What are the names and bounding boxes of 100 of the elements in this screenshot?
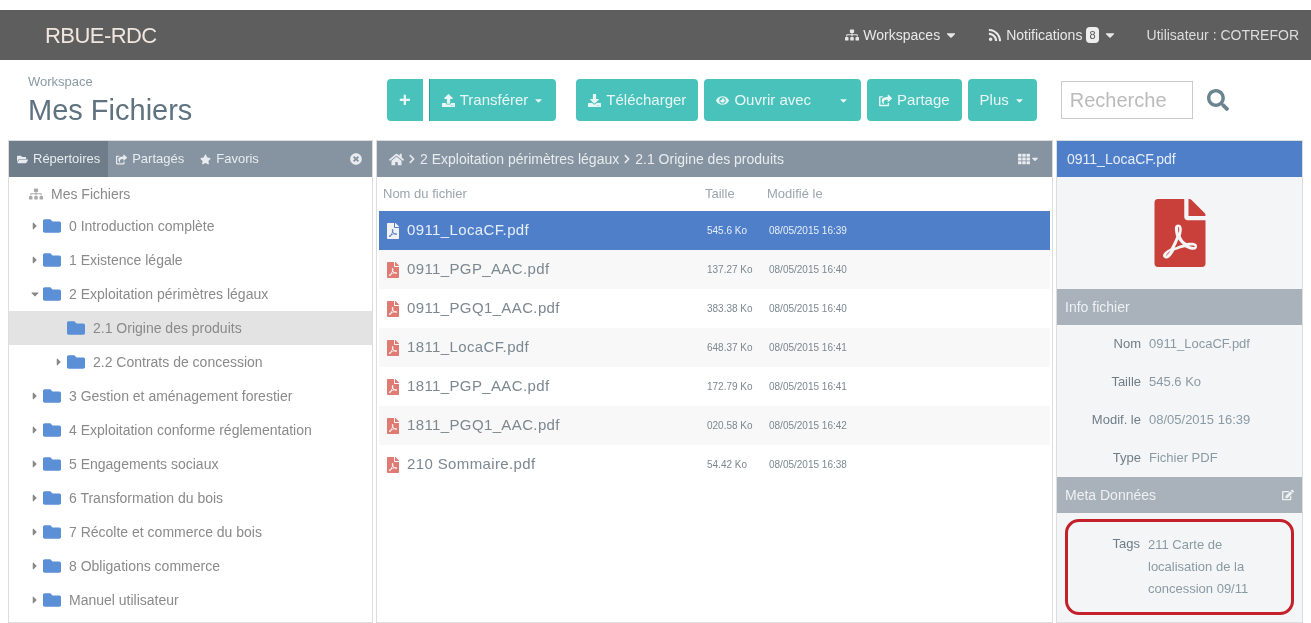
- pdf-icon: [385, 378, 401, 395]
- file-size: 020.58 Ko: [707, 419, 754, 433]
- field-label: Nom: [1112, 335, 1142, 354]
- breadcrumb-link[interactable]: 2 Exploitation périmètres légaux: [420, 148, 620, 170]
- file-row[interactable]: 0911_PGP_AAC.pdf 137.27 Ko 08/05/2015 16:40: [379, 250, 1050, 289]
- share-icon: [879, 93, 893, 107]
- edit-icon[interactable]: [1282, 489, 1294, 501]
- sidebar-tab[interactable]: Favoris: [192, 141, 267, 177]
- tree-item[interactable]: 0 Introduction complète: [9, 209, 372, 243]
- split-button[interactable]: Ouvrir avec: [704, 79, 862, 121]
- file-date: 08/05/2015 16:38: [769, 458, 847, 472]
- file-date: 08/05/2015 16:41: [769, 341, 847, 355]
- tree-item[interactable]: 6 Transformation du bois: [9, 481, 372, 515]
- file-name: 1811_PGP_AAC.pdf: [407, 376, 550, 397]
- download-icon: [588, 93, 602, 107]
- rss-icon: [988, 28, 1003, 42]
- file-row[interactable]: 210 Sommaire.pdf 54.42 Ko 08/05/2015 16:38: [379, 445, 1050, 484]
- tree-item[interactable]: 1 Existence légale: [9, 243, 372, 277]
- nav-menu[interactable]: Notifications 8: [988, 24, 1117, 46]
- grid-icon: [1018, 153, 1030, 165]
- eye-icon: [716, 93, 730, 107]
- tree-item[interactable]: 2 Exploitation périmètres légaux: [9, 277, 372, 311]
- tree-item[interactable]: 7 Récolte et commerce du bois: [9, 515, 372, 549]
- folder-icon: [17, 153, 28, 165]
- close-icon[interactable]: [350, 153, 362, 165]
- column-header[interactable]: Modifié le: [767, 184, 823, 204]
- sidebar-tab[interactable]: Partagés: [108, 141, 193, 177]
- folder-icon: [43, 523, 61, 541]
- file-row[interactable]: 1811_PGQ1_AAC.pdf 020.58 Ko 08/05/2015 16:42: [379, 406, 1050, 445]
- field-value: Fichier PDF: [1149, 449, 1218, 468]
- breadcrumb-link[interactable]: 2.1 Origine des produits: [635, 148, 784, 170]
- pdf-icon: [385, 222, 401, 239]
- pdf-icon: [385, 300, 401, 317]
- toolbar-button[interactable]: +: [387, 79, 423, 121]
- tree-item[interactable]: Manuel utilisateur: [9, 583, 372, 617]
- file-name: 1811_LocaCF.pdf: [407, 337, 530, 358]
- share-icon: [116, 153, 128, 165]
- upload-icon: [441, 93, 455, 107]
- sidebar-tab[interactable]: Répertoires: [9, 141, 109, 177]
- pdf-icon: [385, 339, 401, 356]
- tree-item[interactable]: 2.1 Origine des produits: [9, 311, 372, 345]
- file-name: 0911_LocaCF.pdf: [407, 220, 530, 241]
- field-value: 0911_LocaCF.pdf: [1149, 335, 1250, 354]
- file-name: 0911_PGQ1_AAC.pdf: [407, 298, 560, 319]
- folder-icon: [43, 285, 61, 303]
- file-size: 648.37 Ko: [707, 341, 754, 355]
- home-icon[interactable]: [389, 151, 404, 167]
- star-icon: [200, 153, 212, 165]
- file-row[interactable]: 1811_LocaCF.pdf 648.37 Ko 08/05/2015 16:41: [379, 328, 1050, 367]
- file-size: 383.38 Ko: [707, 302, 754, 316]
- details-title: 0911_LocaCF.pdf: [1067, 149, 1176, 169]
- field-label: Tags: [1111, 535, 1141, 553]
- pdf-icon: [385, 456, 401, 473]
- file-size: 545.6 Ko: [707, 224, 749, 238]
- folder-icon: [43, 387, 61, 405]
- field-value: 08/05/2015 16:39: [1149, 411, 1251, 430]
- search-icon[interactable]: [1206, 89, 1229, 111]
- brand[interactable]: RBUE-RDC: [45, 18, 157, 52]
- section-title: Info fichier: [1065, 297, 1130, 317]
- pdf-icon: [385, 417, 401, 434]
- file-name: 1811_PGQ1_AAC.pdf: [407, 415, 560, 436]
- toolbar-button[interactable]: Télécharger: [576, 79, 699, 121]
- column-header[interactable]: Taille: [705, 184, 767, 204]
- search-field[interactable]: Recherche: [1060, 81, 1193, 119]
- tree-item[interactable]: 2.2 Contrats de concession: [9, 345, 372, 379]
- tree-item[interactable]: 5 Engagements sociaux: [9, 447, 372, 481]
- tree-item[interactable]: 4 Exploitation conforme réglementation: [9, 413, 372, 447]
- dropdown-button[interactable]: Transférer: [428, 79, 557, 121]
- nav-menu[interactable]: Workspaces: [845, 24, 959, 46]
- tree-item[interactable]: 3 Gestion et aménagement forestier: [9, 379, 372, 413]
- folder-icon: [43, 421, 61, 439]
- dropdown-button[interactable]: Plus: [967, 79, 1037, 121]
- section-title: Meta Données: [1065, 485, 1157, 505]
- file-date: 08/05/2015 16:39: [769, 224, 847, 238]
- column-header[interactable]: Nom du fichier: [383, 184, 705, 204]
- file-row[interactable]: 1811_PGP_AAC.pdf 172.79 Ko 08/05/2015 16:41: [379, 367, 1050, 406]
- root-icon: [29, 187, 43, 201]
- file-date: 08/05/2015 16:40: [769, 302, 847, 316]
- pdf-icon: [385, 261, 401, 278]
- header-overline: Workspace: [28, 73, 94, 92]
- file-size: 137.27 Ko: [707, 263, 754, 277]
- view-toggle[interactable]: [1018, 153, 1040, 165]
- field-value: 211 Carte de localisation de la concession 09/11: [1148, 536, 1250, 598]
- folder-icon: [67, 353, 85, 371]
- folder-icon: [67, 319, 85, 337]
- folder-icon: [43, 591, 61, 609]
- tree-root[interactable]: Mes Fichiers: [51, 183, 131, 205]
- folder-icon: [43, 217, 61, 235]
- tree-item[interactable]: 8 Obligations commerce: [9, 549, 372, 583]
- file-row[interactable]: 0911_LocaCF.pdf 545.6 Ko 08/05/2015 16:39: [379, 211, 1050, 250]
- file-row[interactable]: 0911_PGQ1_AAC.pdf 383.38 Ko 08/05/2015 16:40: [379, 289, 1050, 328]
- file-date: 08/05/2015 16:42: [769, 419, 847, 433]
- toolbar-button[interactable]: Partage: [867, 79, 962, 121]
- field-label: Taille: [1110, 373, 1142, 392]
- chevron-icon: [407, 154, 417, 164]
- field-value: 545.6 Ko: [1149, 373, 1202, 392]
- folder-icon: [43, 557, 61, 575]
- user-label: Utilisateur : COTREFOR: [1146, 25, 1299, 45]
- folder-icon: [43, 455, 61, 473]
- file-name: 0911_PGP_AAC.pdf: [407, 259, 550, 280]
